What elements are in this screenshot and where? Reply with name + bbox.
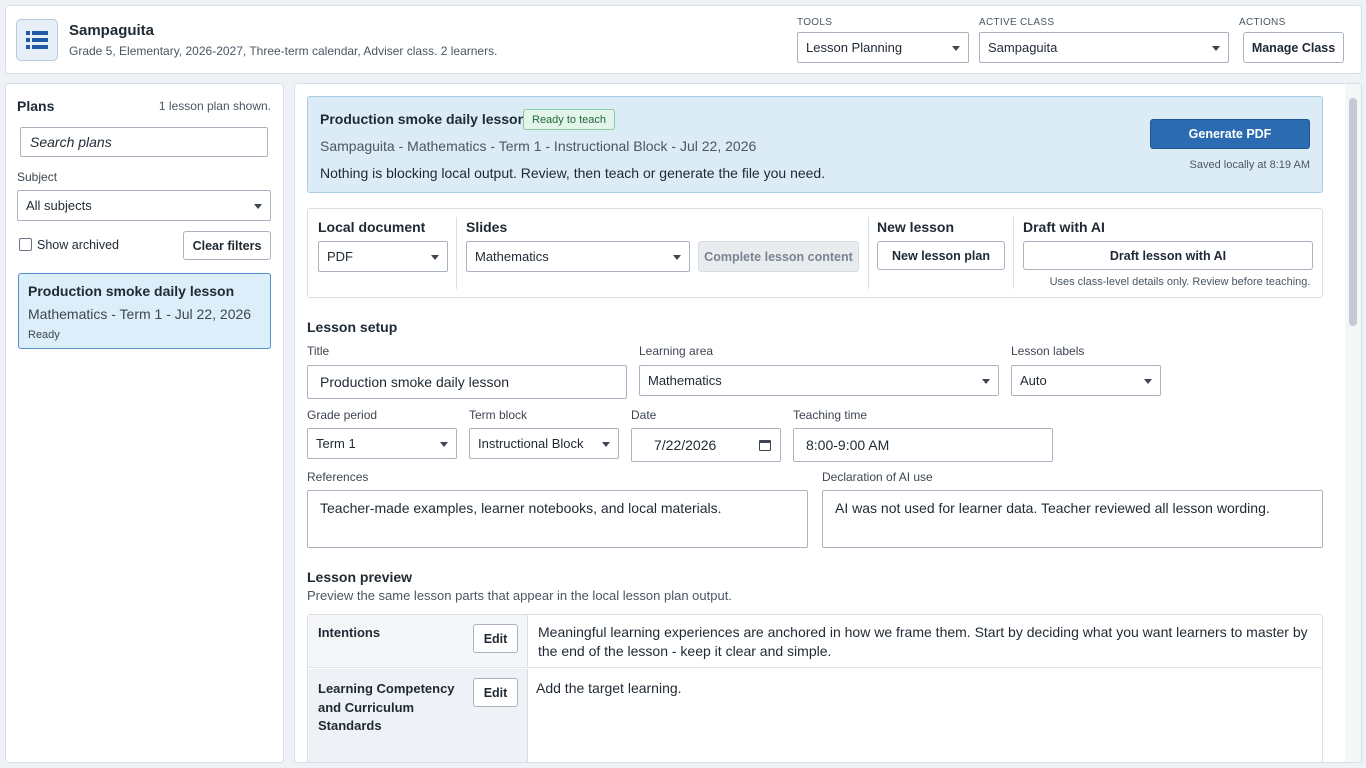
- saved-status: Saved locally at 8:19 AM: [1189, 159, 1310, 171]
- chevron-down-icon: [982, 378, 990, 384]
- term-block-select[interactable]: Instructional Block: [469, 428, 619, 459]
- plans-title: Plans: [17, 98, 55, 114]
- references-label: References: [307, 470, 369, 484]
- app-header: Sampaguita Grade 5, Elementary, 2026-202…: [5, 5, 1362, 74]
- class-title: Sampaguita: [69, 22, 155, 39]
- active-class-label: ACTIVE CLASS: [979, 17, 1055, 28]
- local-document-select[interactable]: PDF: [318, 241, 448, 272]
- chevron-down-icon: [673, 254, 681, 260]
- show-archived-checkbox[interactable]: [19, 238, 32, 251]
- output-toolbar: Local document PDF Slides Mathematics Co…: [307, 208, 1323, 298]
- lesson-setup-title: Lesson setup: [307, 319, 398, 335]
- learning-area-label: Learning area: [639, 344, 714, 358]
- tools-label: TOOLS: [797, 17, 833, 28]
- local-document-value: PDF: [327, 249, 353, 264]
- grade-period-select[interactable]: Term 1: [307, 428, 457, 459]
- main-scrollbar[interactable]: [1345, 84, 1361, 762]
- term-block-label: Term block: [469, 408, 528, 422]
- preview-row: Learning Competency and Curriculum Stand…: [308, 669, 1322, 762]
- preview-row: Intentions Edit Meaningful learning expe…: [308, 615, 1322, 668]
- draft-ai-hint: Uses class-level details only. Review be…: [1049, 276, 1311, 288]
- lesson-labels-select[interactable]: Auto: [1011, 365, 1161, 396]
- preview-row-header: Intentions Edit: [308, 615, 528, 667]
- plan-status: Ready: [28, 329, 60, 341]
- date-value: 7/22/2026: [654, 437, 717, 453]
- tools-select[interactable]: Lesson Planning: [797, 32, 969, 63]
- edit-button[interactable]: Edit: [473, 624, 518, 653]
- new-lesson-plan-button[interactable]: New lesson plan: [877, 241, 1005, 270]
- chevron-down-icon: [1144, 378, 1152, 384]
- ai-use-textarea[interactable]: AI was not used for learner data. Teache…: [822, 490, 1323, 548]
- teaching-time-label: Teaching time: [793, 408, 868, 422]
- scrollbar-thumb[interactable]: [1349, 98, 1357, 326]
- class-subtitle: Grade 5, Elementary, 2026-2027, Three-te…: [69, 44, 498, 58]
- show-archived-label[interactable]: Show archived: [37, 238, 119, 252]
- preview-row-header: Learning Competency and Curriculum Stand…: [308, 669, 528, 762]
- learning-area-select[interactable]: Mathematics: [639, 365, 999, 396]
- draft-ai-label: Draft with AI: [1023, 219, 1105, 235]
- lesson-editor: Production smoke daily lesson Ready to t…: [294, 83, 1362, 763]
- preview-row-text: Add the target learning.: [536, 680, 682, 696]
- title-label: Title: [307, 344, 330, 358]
- active-class-select[interactable]: Sampaguita: [979, 32, 1229, 63]
- lesson-preview-subtitle: Preview the same lesson parts that appea…: [307, 588, 732, 603]
- new-lesson-label: New lesson: [877, 219, 955, 235]
- plan-list-item[interactable]: Production smoke daily lesson Mathematic…: [18, 273, 271, 349]
- date-input[interactable]: 7/22/2026: [631, 428, 781, 462]
- divider: [456, 217, 457, 289]
- lesson-title-heading: Production smoke daily lesson: [320, 111, 527, 127]
- generate-pdf-button[interactable]: Generate PDF: [1150, 119, 1310, 149]
- plan-subtitle: Mathematics - Term 1 - Jul 22, 2026: [28, 306, 252, 322]
- tools-select-value: Lesson Planning: [806, 40, 903, 55]
- list-table-icon[interactable]: [16, 19, 58, 61]
- plans-count: 1 lesson plan shown.: [158, 99, 271, 113]
- subject-label: Subject: [17, 170, 58, 184]
- slides-label: Slides: [466, 219, 508, 235]
- complete-lesson-content-button[interactable]: Complete lesson content: [698, 241, 859, 272]
- divider: [868, 217, 869, 289]
- slides-select[interactable]: Mathematics: [466, 241, 690, 272]
- plan-title: Production smoke daily lesson: [28, 283, 235, 299]
- teaching-time-input[interactable]: 8:00-9:00 AM: [793, 428, 1053, 462]
- edit-button[interactable]: Edit: [473, 678, 518, 707]
- plans-sidebar: Plans 1 lesson plan shown. Search plans …: [5, 83, 284, 763]
- local-document-label: Local document: [318, 219, 426, 235]
- lesson-preview-title: Lesson preview: [307, 569, 413, 585]
- lesson-labels-label: Lesson labels: [1011, 344, 1085, 358]
- lesson-status-panel: Production smoke daily lesson Ready to t…: [307, 96, 1323, 193]
- subject-select-value: All subjects: [26, 198, 92, 213]
- ai-use-label: Declaration of AI use: [822, 470, 933, 484]
- lesson-preview-table: Intentions Edit Meaningful learning expe…: [307, 614, 1323, 762]
- learning-area-value: Mathematics: [648, 373, 722, 388]
- slides-select-value: Mathematics: [475, 249, 549, 264]
- chevron-down-icon: [440, 441, 448, 447]
- preview-row-name: Learning Competency and Curriculum Stand…: [318, 681, 455, 733]
- lesson-context: Sampaguita - Mathematics - Term 1 - Inst…: [320, 138, 757, 154]
- preview-row-text: Meaningful learning experiences are anch…: [538, 624, 1308, 659]
- manage-class-button[interactable]: Manage Class: [1243, 32, 1344, 63]
- date-label: Date: [631, 408, 657, 422]
- search-plans-input[interactable]: Search plans: [20, 127, 268, 157]
- term-block-value: Instructional Block: [478, 436, 584, 451]
- title-input[interactable]: Production smoke daily lesson: [307, 365, 627, 399]
- chevron-down-icon: [602, 441, 610, 447]
- lesson-status-message: Nothing is blocking local output. Review…: [320, 165, 826, 181]
- chevron-down-icon: [952, 45, 960, 51]
- draft-lesson-ai-button[interactable]: Draft lesson with AI: [1023, 241, 1313, 270]
- active-class-select-value: Sampaguita: [988, 40, 1058, 55]
- chevron-down-icon: [431, 254, 439, 260]
- references-textarea[interactable]: Teacher-made examples, learner notebooks…: [307, 490, 808, 548]
- actions-label: ACTIONS: [1239, 17, 1286, 28]
- calendar-icon[interactable]: [759, 440, 771, 451]
- lesson-labels-value: Auto: [1020, 373, 1047, 388]
- chevron-down-icon: [1212, 45, 1220, 51]
- chevron-down-icon: [254, 203, 262, 209]
- subject-select[interactable]: All subjects: [17, 190, 271, 221]
- status-badge: Ready to teach: [523, 109, 615, 130]
- clear-filters-button[interactable]: Clear filters: [183, 231, 271, 260]
- grade-period-label: Grade period: [307, 408, 378, 422]
- divider: [1013, 217, 1014, 289]
- grade-period-value: Term 1: [316, 436, 356, 451]
- preview-row-name: Intentions: [318, 625, 381, 640]
